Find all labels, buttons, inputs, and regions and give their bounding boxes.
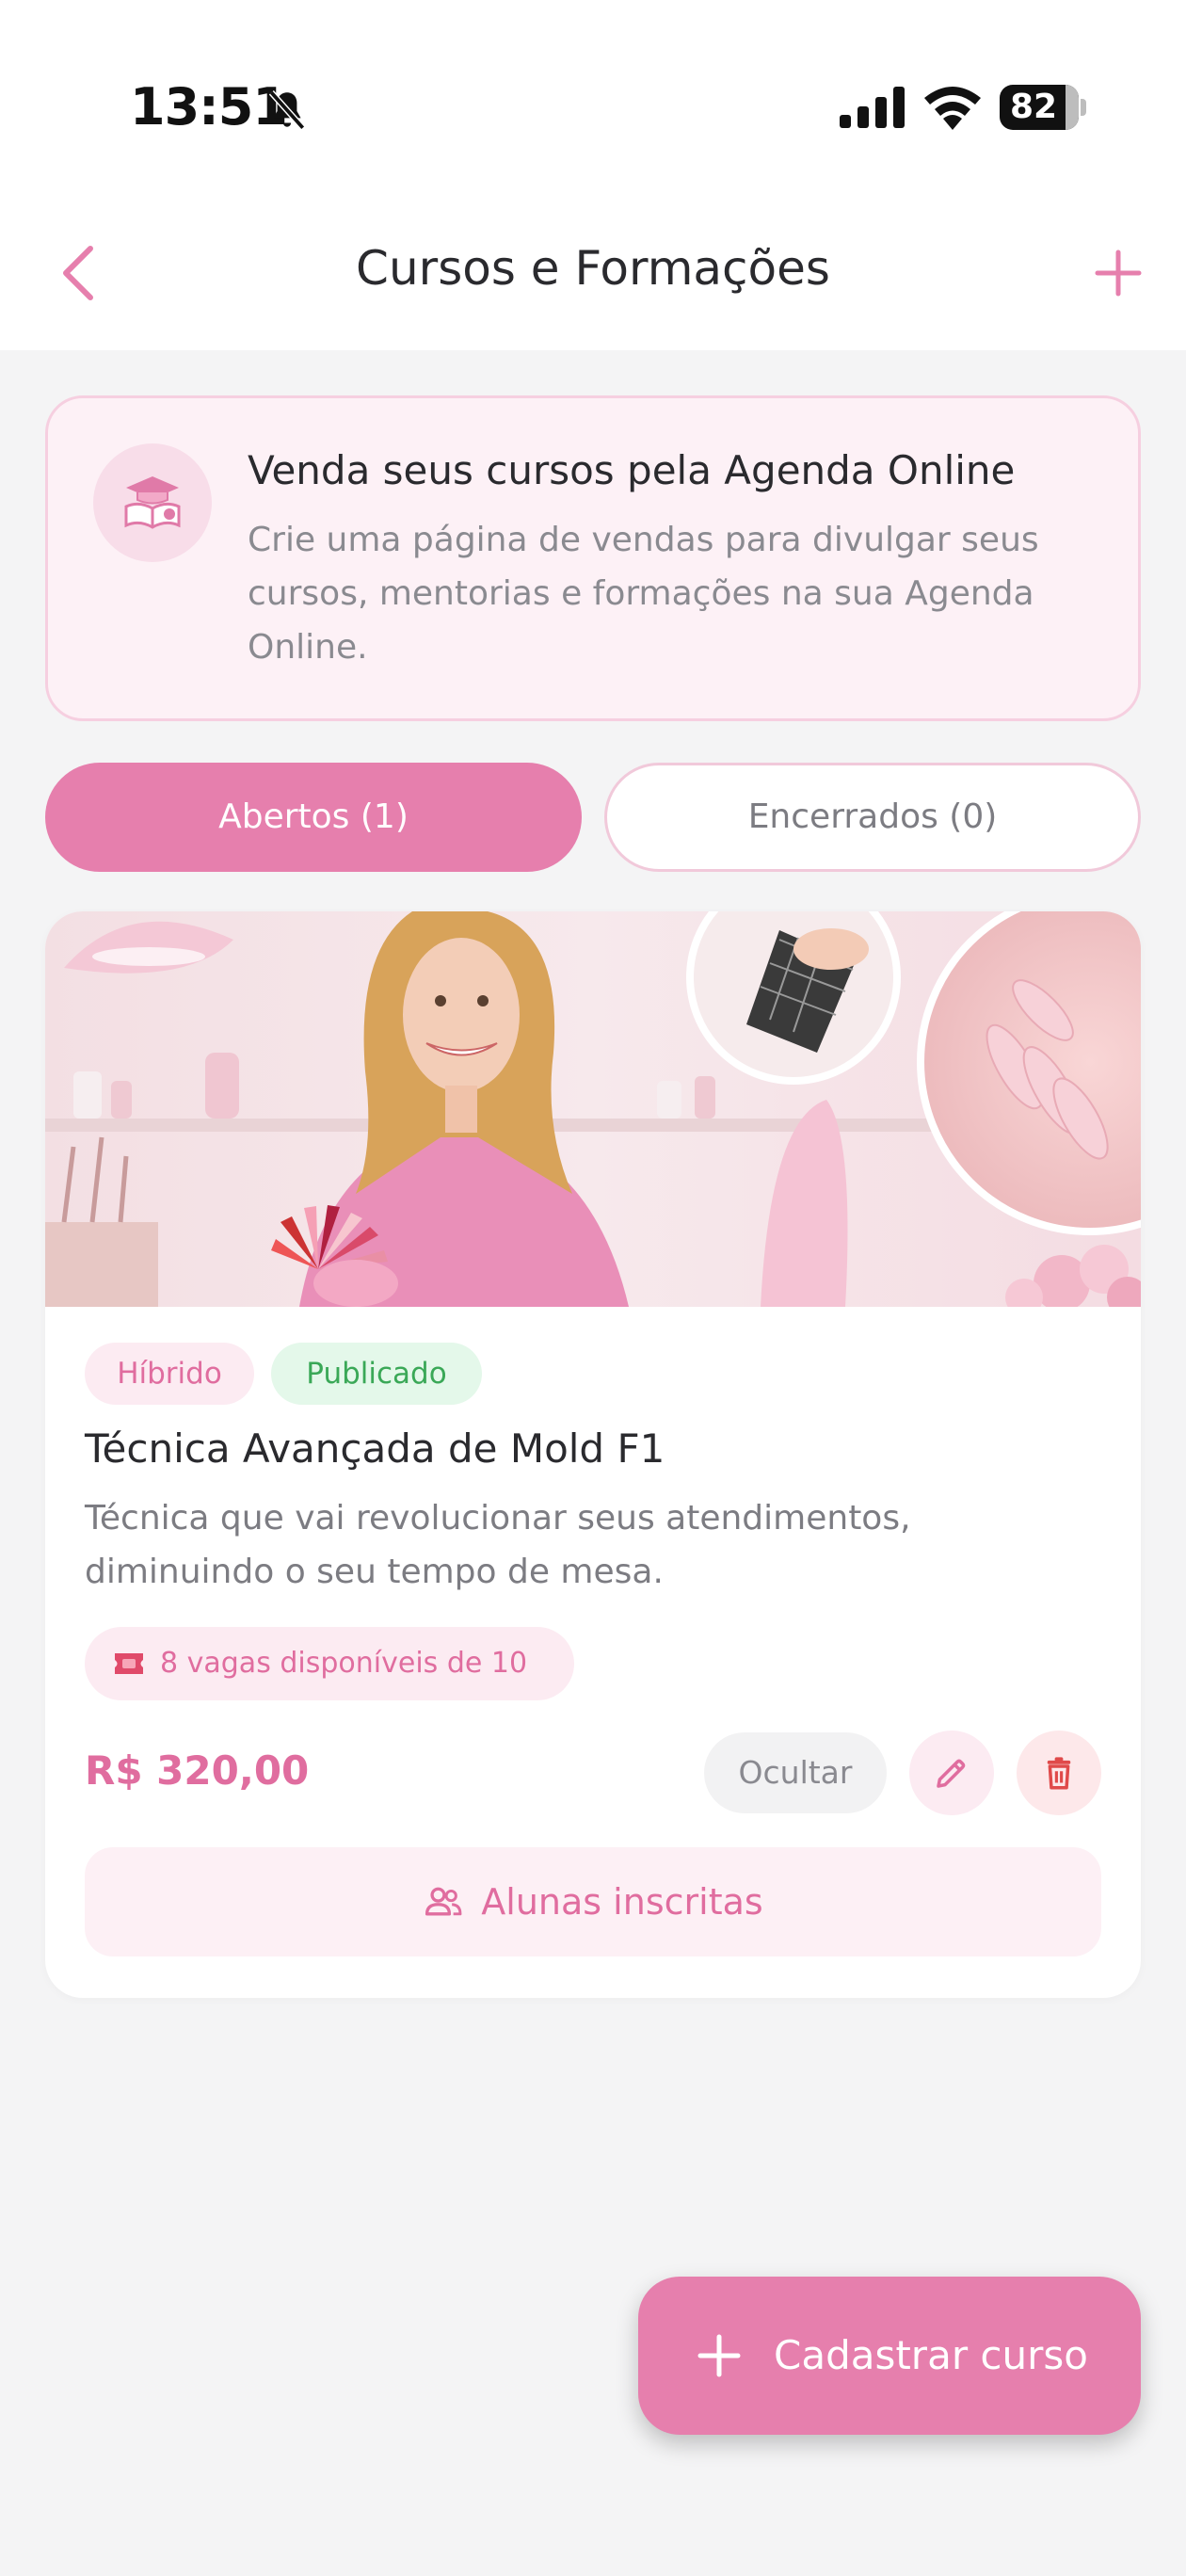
signal-icon [840, 87, 905, 128]
enrolled-students-button[interactable]: Alunas inscritas [85, 1847, 1101, 1956]
course-card: Híbrido Publicado Técnica Avançada de Mo… [45, 911, 1141, 1998]
seats-label: 8 vagas disponíveis de 10 [160, 1647, 528, 1680]
course-price: R$ 320,00 [85, 1747, 310, 1794]
edit-button[interactable] [909, 1731, 994, 1815]
promo-icon-badge [93, 443, 212, 562]
delete-button[interactable] [1017, 1731, 1101, 1815]
status-bar: 13:51 82 [0, 0, 1186, 198]
promo-banner[interactable]: Venda seus cursos pela Agenda Online Cri… [45, 395, 1141, 721]
enrolled-students-label: Alunas inscritas [481, 1881, 763, 1923]
battery-level: 82 [1009, 88, 1058, 126]
plus-icon [697, 2334, 741, 2377]
course-title: Técnica Avançada de Mold F1 [85, 1425, 665, 1472]
add-course-button[interactable]: Cadastrar curso [638, 2277, 1141, 2435]
trash-icon [1047, 1757, 1071, 1790]
app-header: Cursos e Formações [0, 198, 1186, 350]
promo-description: Crie uma página de vendas para divulgar … [248, 521, 1039, 667]
add-icon[interactable] [1092, 247, 1145, 299]
tag-hybrid: Híbrido [85, 1343, 254, 1405]
tab-open[interactable]: Abertos (1) [45, 763, 582, 872]
users-icon [425, 1887, 462, 1915]
pencil-icon [937, 1759, 966, 1788]
battery-indicator: 82 [1000, 85, 1086, 130]
add-course-label: Cadastrar curso [774, 2332, 1088, 2378]
seats-badge: 8 vagas disponíveis de 10 [85, 1627, 574, 1700]
promo-title: Venda seus cursos pela Agenda Online [248, 447, 1016, 493]
course-description: Técnica que vai revolucionar seus atendi… [85, 1499, 911, 1591]
graduation-cap-icon [124, 476, 181, 529]
course-cover-image [45, 911, 1141, 1307]
tab-closed[interactable]: Encerrados (0) [604, 763, 1141, 872]
page-title: Cursos e Formações [356, 241, 830, 296]
ticket-icon [115, 1653, 143, 1674]
status-badge: Publicado [271, 1343, 482, 1405]
wifi-icon [924, 87, 981, 130]
bell-muted-icon [268, 90, 306, 130]
hide-button[interactable]: Ocultar [704, 1732, 887, 1813]
